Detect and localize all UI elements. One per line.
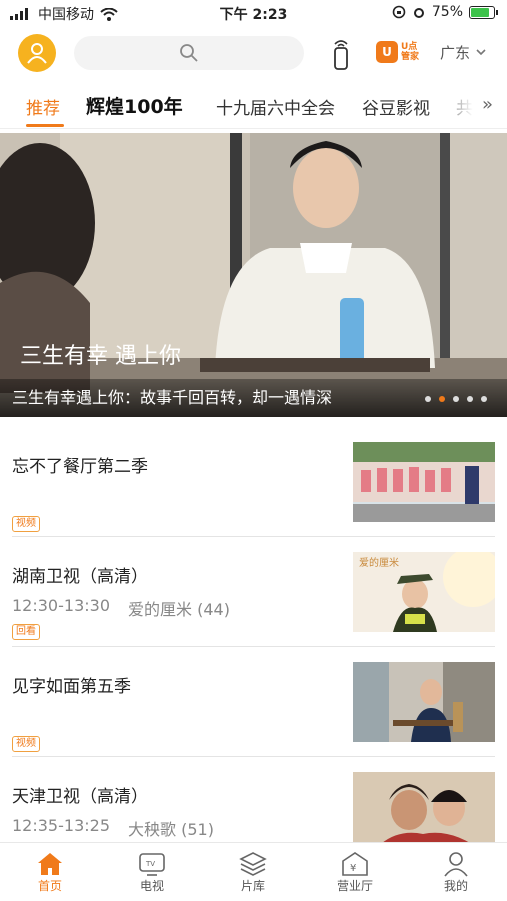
item-program: 爱的厘米 (44) [128,600,230,619]
tab-tv[interactable]: TV 电视 [112,849,192,894]
tab-glory-100[interactable]: 辉煌100年 [86,92,183,119]
item-title: 天津卫视（高清） [12,787,148,807]
tab-library-label: 片库 [240,879,265,893]
banner-image: 三生有幸 遇上你 [0,133,507,417]
item-time: 12:35-13:25 [12,816,110,835]
battery-percent: 75% [431,4,463,20]
carousel-dot[interactable] [467,396,473,402]
item-program: 大秧歌 (51) [128,820,214,839]
layers-icon [239,852,267,876]
list-item[interactable]: 忘不了餐厅第二季 视频 [12,428,495,537]
tab-home[interactable]: 首页 [10,849,90,894]
carousel-dots [425,396,487,402]
u-butler-label: U点 管家 [401,42,420,62]
hero-banner[interactable]: 三生有幸 遇上你 三生有幸遇上你：故事千回百转，却一遇情深 [0,133,507,417]
item-title: 忘不了餐厅第二季 [12,457,148,477]
svg-text:爱的厘米: 爱的厘米 [359,556,399,569]
tab-gudou[interactable]: 谷豆影视 [362,94,430,119]
tab-store[interactable]: ¥ 营业厅 [315,849,395,894]
remote-icon [334,40,348,70]
item-tag: 视频 [12,516,40,532]
home-icon [38,853,62,875]
status-right: 75% [392,4,498,20]
tab-plenary[interactable]: 十九届六中全会 [216,94,335,119]
item-tag: 视频 [12,736,40,752]
svg-text:¥: ¥ [350,863,356,874]
remote-control-button[interactable] [330,36,352,70]
chevron-down-icon [476,49,486,56]
user-icon [27,43,47,64]
avatar[interactable] [18,34,56,72]
u-butler-logo-icon: U [376,41,398,63]
tab-store-label: 营业厅 [336,879,373,893]
svg-text:TV: TV [145,860,155,868]
tab-library[interactable]: 片库 [213,849,293,894]
tab-mine[interactable]: 我的 [416,849,496,894]
region-selector[interactable]: 广东 [440,42,486,63]
carousel-dot[interactable] [425,396,431,402]
tab-recommend[interactable]: 推荐 [26,94,60,119]
bottom-tab-bar: 首页 TV 电视 片库 ¥ 营业厅 我的 [0,842,507,901]
alarm-icon [413,8,424,18]
user-icon [444,852,468,877]
region-label: 广东 [440,44,471,62]
carousel-dot-active[interactable] [439,396,445,402]
search-icon [180,44,198,62]
u-butler-button[interactable]: U U点 管家 [376,38,424,66]
more-tabs-icon[interactable]: » [482,94,493,115]
store-icon: ¥ [342,852,368,876]
status-bar: 中国移动 下午 2:23 75% [0,0,507,28]
svg-text:三生有幸 遇上你: 三生有幸 遇上你 [20,344,181,369]
search-input[interactable] [74,36,304,70]
top-header: U U点 管家 广东 [0,28,507,78]
active-tab-indicator [26,124,64,127]
list-item[interactable]: 湖南卫视（高清） 12:30-13:30 爱的厘米 (44) 回看 爱的厘米 [12,538,495,647]
tab-mine-label: 我的 [443,879,468,893]
item-thumbnail: 爱的厘米 [353,552,495,632]
tab-home-label: 首页 [37,879,62,893]
tv-icon: TV [139,853,165,876]
item-subtitle: 12:35-13:25 大秧歌 (51) [12,816,214,840]
item-thumbnail [353,772,495,852]
banner-caption: 三生有幸遇上你：故事千回百转，却一遇情深 [12,388,333,407]
list-item[interactable]: 天津卫视（高清） 12:35-13:25 大秧歌 (51) [12,758,495,852]
item-subtitle: 12:30-13:30 爱的厘米 (44) [12,596,230,620]
item-thumbnail [353,662,495,742]
item-thumbnail [353,442,495,522]
battery-icon [469,5,498,19]
item-title: 见字如面第五季 [12,677,131,697]
rotation-lock-icon [392,5,406,19]
item-tag: 回看 [12,624,40,640]
category-tabs: 推荐 辉煌100年 十九届六中全会 谷豆影视 共 » [0,84,507,129]
item-title: 湖南卫视（高清） [12,567,148,587]
carousel-dot[interactable] [481,396,487,402]
carousel-dot[interactable] [453,396,459,402]
item-time: 12:30-13:30 [12,596,110,615]
tab-tv-label: 电视 [139,879,164,893]
list-item[interactable]: 见字如面第五季 视频 [12,648,495,757]
